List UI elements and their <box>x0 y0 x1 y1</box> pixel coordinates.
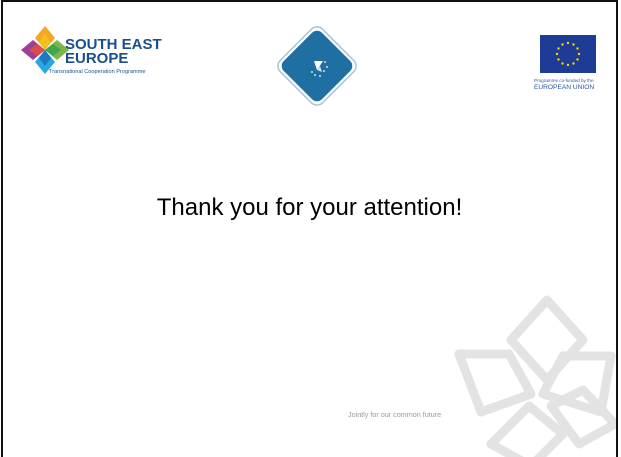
thank-you-message: Thank you for your attention! <box>156 194 463 221</box>
eu-logo: Programme co-funded by the EUROPEAN UNIO… <box>532 35 602 95</box>
see-title-line2: EUROPE <box>65 50 129 67</box>
see-subtitle: Transnational Cooperation Programme <box>49 69 146 75</box>
slide: SOUTH EAST EUROPE Transnational Cooperat… <box>1 0 618 457</box>
decorative-petal-motif-icon <box>454 295 616 457</box>
project-emblem-icon: danube <box>277 26 357 106</box>
see-programme-logo: SOUTH EAST EUROPE Transnational Cooperat… <box>19 24 209 86</box>
footer-tagline: Jointly for our common future <box>348 410 442 419</box>
eu-name: EUROPEAN UNION <box>534 84 595 91</box>
eu-flag-icon <box>540 35 596 73</box>
